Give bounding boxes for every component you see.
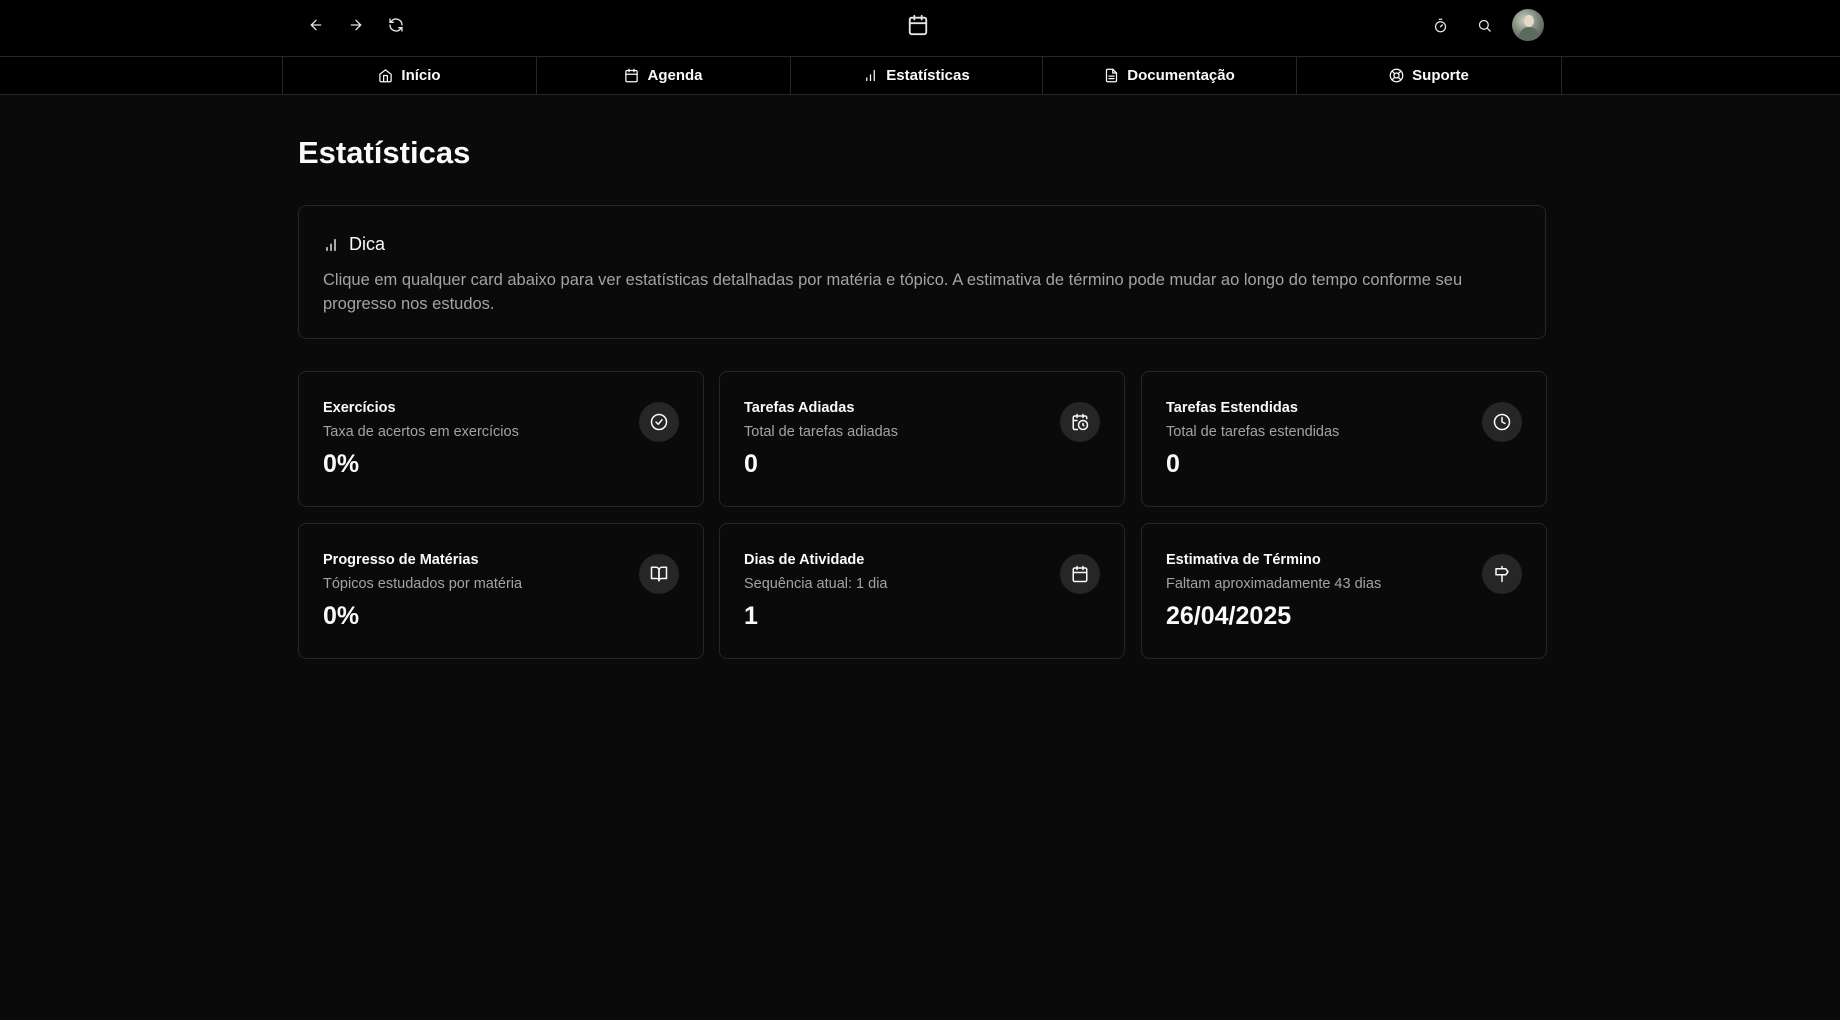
- tip-header: Dica: [323, 234, 385, 255]
- card-value: 1: [744, 602, 758, 630]
- calendar-icon: [1072, 565, 1088, 583]
- main-nav: Início Agenda Estatísticas Documentação …: [0, 57, 1840, 95]
- arrow-left-icon: [310, 19, 322, 31]
- lifebuoy-icon: [1389, 68, 1404, 83]
- card-subtitle: Faltam aproximadamente 43 dias: [1166, 576, 1382, 592]
- card-value: 0%: [323, 602, 360, 630]
- card-value: 0%: [323, 450, 360, 478]
- card-subtitle: Total de tarefas adiadas: [744, 424, 898, 440]
- search-button[interactable]: [1468, 9, 1500, 41]
- card-icon-wrap: [1060, 402, 1100, 442]
- bar-chart-icon: [866, 69, 876, 82]
- card-title: Progresso de Matérias: [323, 552, 479, 568]
- card-subtitle: Total de tarefas estendidas: [1166, 424, 1340, 440]
- card-tarefas-estendidas[interactable]: Tarefas Estendidas Total de tarefas este…: [1141, 371, 1547, 507]
- avatar-face: [1524, 15, 1534, 27]
- timer-button[interactable]: [1424, 9, 1456, 41]
- card-subtitle: Sequência atual: 1 dia: [744, 576, 888, 592]
- back-button[interactable]: [300, 9, 332, 41]
- clock-icon: [1493, 413, 1511, 431]
- nav-item-inicio[interactable]: Início: [282, 57, 536, 94]
- nav-item-estatisticas[interactable]: Estatísticas: [790, 57, 1042, 94]
- card-value: 0: [744, 450, 758, 478]
- card-dias-atividade[interactable]: Dias de Atividade Sequência atual: 1 dia…: [719, 523, 1125, 659]
- card-value: 0: [1166, 450, 1180, 478]
- top-bar: [0, 0, 1840, 57]
- card-icon-wrap: [1482, 554, 1522, 594]
- forward-button[interactable]: [340, 9, 372, 41]
- card-tarefas-adiadas[interactable]: Tarefas Adiadas Total de tarefas adiadas…: [719, 371, 1125, 507]
- signpost-icon: [1495, 565, 1509, 583]
- calendar-icon: [908, 14, 928, 36]
- card-subtitle: Tópicos estudados por matéria: [323, 576, 523, 592]
- arrow-right-icon: [350, 19, 362, 31]
- nav-item-agenda[interactable]: Agenda: [536, 57, 790, 94]
- calendar-icon: [625, 68, 639, 83]
- nav-item-label: Agenda: [647, 67, 703, 84]
- tip-title: Dica: [349, 234, 386, 254]
- tip-box: Dica Clique em qualquer card abaixo para…: [298, 205, 1546, 339]
- book-open-icon: [650, 566, 668, 582]
- card-title: Dias de Atividade: [744, 552, 865, 568]
- nav-item-suporte[interactable]: Suporte: [1296, 57, 1562, 94]
- avatar-body: [1519, 27, 1539, 41]
- card-icon-wrap: [639, 402, 679, 442]
- nav-item-label: Estatísticas: [886, 67, 970, 84]
- nav-item-label: Documentação: [1127, 67, 1235, 84]
- stopwatch-icon: [1434, 18, 1446, 32]
- card-estimativa-termino[interactable]: Estimativa de Término Faltam aproximadam…: [1141, 523, 1547, 659]
- card-title: Tarefas Estendidas: [1166, 400, 1298, 416]
- card-subtitle: Taxa de acertos em exercícios: [323, 424, 519, 440]
- refresh-button[interactable]: [380, 9, 412, 41]
- bar-chart-icon: [326, 238, 336, 251]
- document-icon: [1106, 68, 1118, 83]
- home-icon: [379, 69, 393, 83]
- nav-item-label: Suporte: [1412, 67, 1469, 84]
- card-title: Estimativa de Término: [1166, 552, 1321, 568]
- card-icon-wrap: [1060, 554, 1100, 594]
- calendar-clock-icon: [1072, 413, 1089, 431]
- user-avatar[interactable]: [1512, 9, 1544, 41]
- card-value: 26/04/2025: [1166, 602, 1292, 630]
- search-icon: [1478, 19, 1491, 32]
- card-exercicios[interactable]: Exercícios Taxa de acertos em exercícios…: [298, 371, 704, 507]
- nav-item-documentacao[interactable]: Documentação: [1042, 57, 1296, 94]
- page-title: Estatísticas: [298, 135, 471, 170]
- card-progresso-materias[interactable]: Progresso de Matérias Tópicos estudados …: [298, 523, 704, 659]
- card-title: Tarefas Adiadas: [744, 400, 855, 416]
- refresh-icon: [389, 18, 403, 32]
- card-title: Exercícios: [323, 400, 396, 416]
- check-circle-icon: [650, 413, 668, 431]
- calendar-button[interactable]: [902, 9, 934, 41]
- card-icon-wrap: [639, 554, 679, 594]
- card-icon-wrap: [1482, 402, 1522, 442]
- tip-text: Clique em qualquer card abaixo para ver …: [323, 271, 1463, 313]
- nav-item-label: Início: [401, 67, 441, 84]
